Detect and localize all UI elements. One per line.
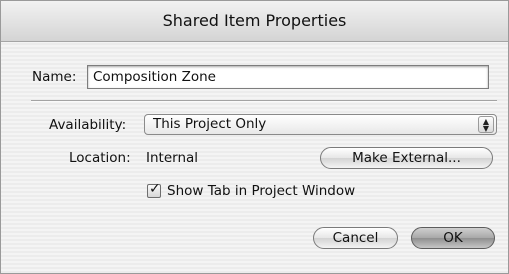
shared-item-properties-dialog: Shared Item Properties Name: Availabilit… (0, 0, 509, 274)
show-tab-label[interactable]: Show Tab in Project Window (167, 183, 355, 199)
name-label: Name: (32, 69, 77, 85)
location-label: Location: (69, 150, 131, 166)
up-down-arrows-icon: ▲ ▼ (478, 116, 494, 133)
checkmark-icon: ✓ (149, 181, 161, 197)
divider (31, 100, 497, 102)
title-bar[interactable]: Shared Item Properties (1, 1, 508, 42)
show-tab-checkbox[interactable]: ✓ (147, 181, 161, 198)
availability-label: Availability: (49, 117, 127, 133)
location-value: Internal (146, 150, 199, 166)
cancel-button[interactable]: Cancel (313, 227, 398, 249)
ok-button[interactable]: OK (411, 227, 495, 249)
availability-selected-value: This Project Only (153, 116, 267, 132)
name-input[interactable] (87, 65, 489, 89)
make-external-button[interactable]: Make External... (320, 147, 493, 169)
availability-select[interactable]: This Project Only ▲ ▼ (144, 114, 497, 135)
dialog-title: Shared Item Properties (162, 11, 347, 30)
